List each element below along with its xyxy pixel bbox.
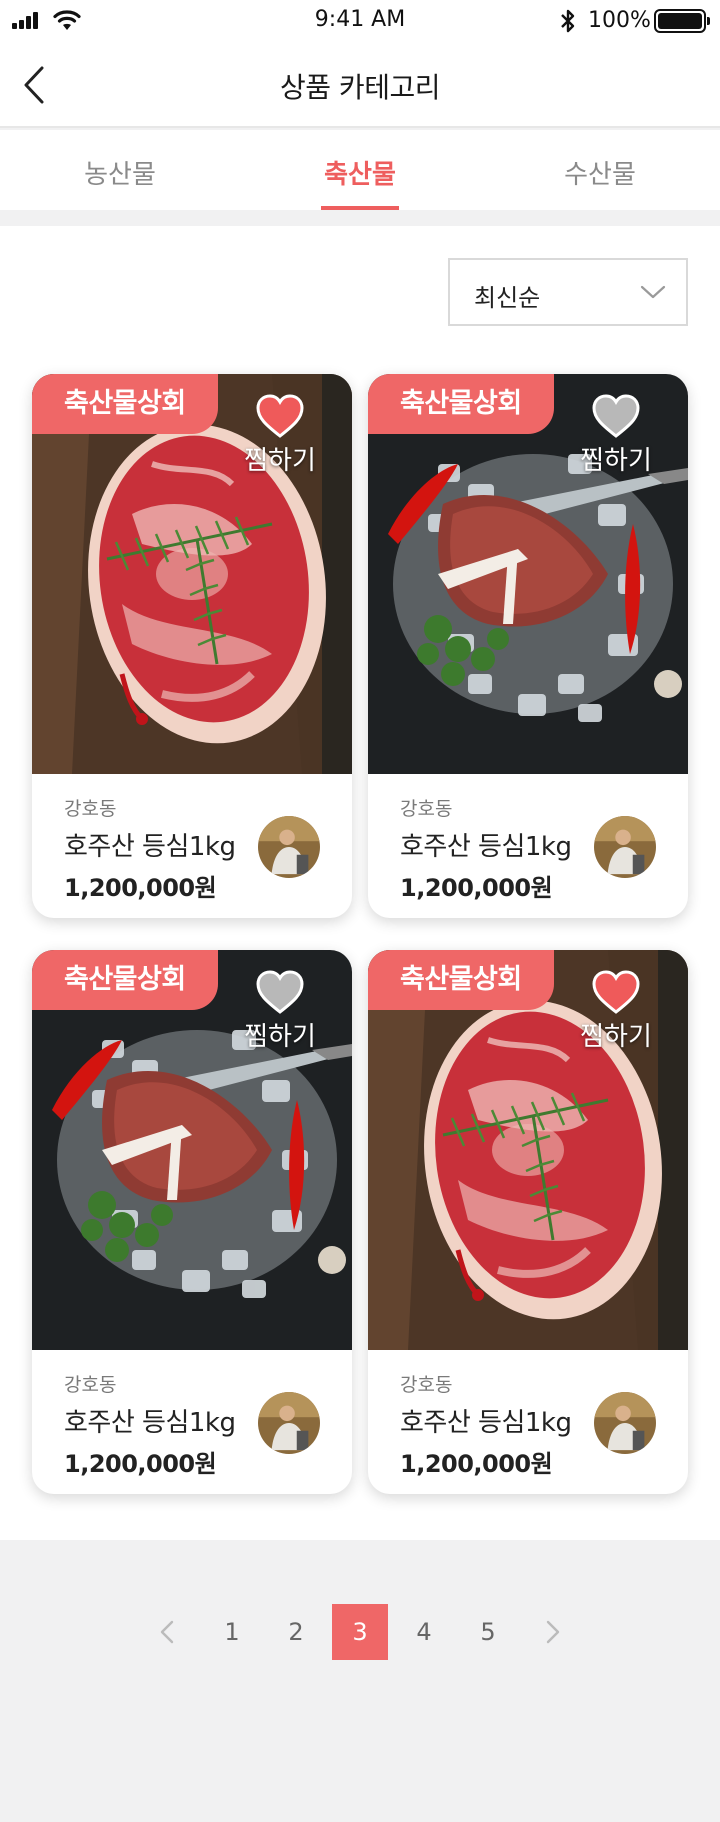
chevron-down-icon [640, 285, 666, 299]
avatar [258, 1392, 320, 1454]
product-name: 호주산 등심1kg [400, 832, 572, 862]
product-name: 호주산 등심1kg [64, 1408, 236, 1438]
seller-name: 강호동 [400, 798, 453, 820]
category-tabs: 농산물 축산물 수산물 [0, 130, 720, 210]
product-card[interactable]: 축산물상회 찜하기 강호동 호주산 등심1kg 1,200,000원 [368, 374, 688, 918]
page-button-4[interactable]: 4 [396, 1604, 452, 1660]
shop-badge: 축산물상회 [32, 950, 218, 1010]
product-info: 강호동 호주산 등심1kg 1,200,000원 [32, 774, 352, 918]
product-card[interactable]: 축산물상회 찜하기 강호동 호주산 등심1kg 1,200,000원 [32, 950, 352, 1494]
avatar [258, 816, 320, 878]
shop-badge: 축산물상회 [32, 374, 218, 434]
product-price: 1,200,000원 [400, 1450, 553, 1478]
pagination: 1 2 3 4 5 [0, 1604, 720, 1664]
status-bar: 9:41 AM 100% [0, 0, 720, 42]
heart-icon [592, 970, 640, 1014]
tab-label: 수산물 [564, 160, 636, 190]
tab-seafood[interactable]: 수산물 [480, 130, 720, 210]
heart-icon [592, 394, 640, 438]
wishlist-button[interactable]: 찜하기 [226, 970, 334, 1053]
product-price: 1,200,000원 [64, 1450, 217, 1478]
seller-name: 강호동 [400, 1374, 453, 1396]
tab-label: 농산물 [84, 160, 156, 190]
page-button-2[interactable]: 2 [268, 1604, 324, 1660]
wishlist-button[interactable]: 찜하기 [226, 394, 334, 477]
wishlist-label: 찜하기 [244, 446, 316, 476]
tab-label: 축산물 [324, 160, 396, 190]
avatar [594, 816, 656, 878]
tab-livestock[interactable]: 축산물 [240, 130, 480, 210]
product-info: 강호동 호주산 등심1kg 1,200,000원 [32, 1350, 352, 1494]
heart-icon [256, 394, 304, 438]
product-card[interactable]: 축산물상회 찜하기 강호동 호주산 등심1kg 1,200,000원 [32, 374, 352, 918]
previous-page-button[interactable] [140, 1604, 196, 1660]
battery-percentage: 100% [588, 8, 651, 33]
wishlist-label: 찜하기 [580, 1022, 652, 1052]
product-price: 1,200,000원 [64, 874, 217, 902]
app-header: 상품 카테고리 [0, 42, 720, 128]
shop-badge: 축산물상회 [368, 374, 554, 434]
tab-agricultural[interactable]: 농산물 [0, 130, 240, 210]
wishlist-label: 찜하기 [580, 446, 652, 476]
shop-badge: 축산물상회 [368, 950, 554, 1010]
product-list-section: 최신순 축산물상회 찜하기 강호동 호주산 등심1kg 1,200,000원 축… [0, 226, 720, 1540]
product-name: 호주산 등심1kg [64, 832, 236, 862]
product-info: 강호동 호주산 등심1kg 1,200,000원 [368, 1350, 688, 1494]
battery-icon [654, 9, 710, 33]
seller-name: 강호동 [64, 1374, 117, 1396]
product-name: 호주산 등심1kg [400, 1408, 572, 1438]
wishlist-button[interactable]: 찜하기 [562, 970, 670, 1053]
heart-icon [256, 970, 304, 1014]
page-title: 상품 카테고리 [280, 71, 440, 104]
product-price: 1,200,000원 [400, 874, 553, 902]
product-info: 강호동 호주산 등심1kg 1,200,000원 [368, 774, 688, 918]
page-button-3[interactable]: 3 [332, 1604, 388, 1660]
page-button-1[interactable]: 1 [204, 1604, 260, 1660]
sort-dropdown[interactable]: 최신순 [448, 258, 688, 326]
page-button-5[interactable]: 5 [460, 1604, 516, 1660]
active-tab-indicator [321, 206, 399, 210]
chevron-left-icon [160, 1620, 174, 1644]
chevron-right-icon [546, 1620, 560, 1644]
sort-selected-value: 최신순 [474, 284, 541, 312]
wishlist-label: 찜하기 [244, 1022, 316, 1052]
wishlist-button[interactable]: 찜하기 [562, 394, 670, 477]
bluetooth-icon [561, 9, 575, 33]
product-card[interactable]: 축산물상회 찜하기 강호동 호주산 등심1kg 1,200,000원 [368, 950, 688, 1494]
seller-name: 강호동 [64, 798, 117, 820]
avatar [594, 1392, 656, 1454]
next-page-button[interactable] [524, 1604, 580, 1660]
